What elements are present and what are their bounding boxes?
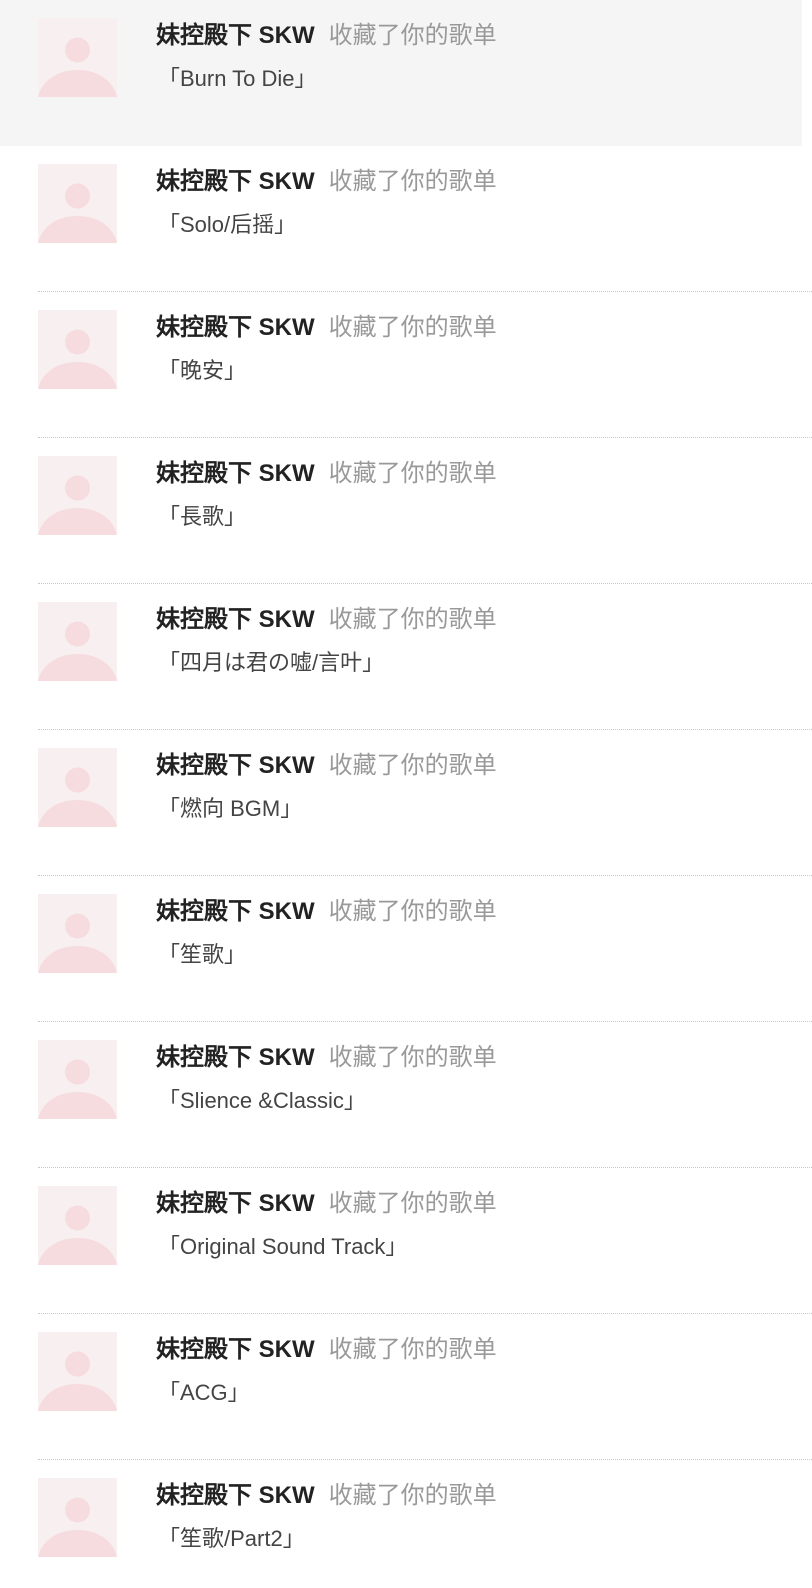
default-user-avatar-icon [38,475,117,535]
notification-row[interactable]: 妹控殿下 SKW 收藏了你的歌单 「笙歌」 [0,876,812,1022]
notification-header: 妹控殿下 SKW 收藏了你的歌单 [156,1042,497,1074]
default-user-avatar-icon [38,1059,117,1119]
default-user-avatar-icon [38,1497,117,1557]
user-avatar[interactable] [38,602,117,681]
notification-header: 妹控殿下 SKW 收藏了你的歌单 [156,750,497,782]
action-text: 收藏了你的歌单 [328,314,497,341]
username-link[interactable]: 妹控殿下 SKW [156,1482,315,1509]
action-text: 收藏了你的歌单 [328,22,497,49]
playlist-link[interactable]: 「Solo/后摇」 [158,209,296,241]
username-link[interactable]: 妹控殿下 SKW [156,168,315,195]
playlist-link[interactable]: 「長歌」 [158,501,246,533]
username-link[interactable]: 妹控殿下 SKW [156,1044,315,1071]
user-avatar[interactable] [38,894,117,973]
notification-header: 妹控殿下 SKW 收藏了你的歌单 [156,1480,497,1512]
playlist-link[interactable]: 「Original Sound Track」 [158,1231,407,1263]
default-user-avatar-icon [38,767,117,827]
notification-row[interactable]: 妹控殿下 SKW 收藏了你的歌单 「Solo/后摇」 [0,146,812,292]
playlist-link[interactable]: 「Burn To Die」 [158,63,317,95]
notification-row[interactable]: 妹控殿下 SKW 收藏了你的歌单 「長歌」 [0,438,812,584]
user-avatar[interactable] [38,1478,117,1557]
default-user-avatar-icon [38,621,117,681]
playlist-link[interactable]: 「四月は君の嘘/言叶」 [158,647,384,679]
notification-header: 妹控殿下 SKW 收藏了你的歌单 [156,1334,497,1366]
user-avatar[interactable] [38,18,117,97]
action-text: 收藏了你的歌单 [328,606,497,633]
default-user-avatar-icon [38,183,117,243]
playlist-link[interactable]: 「笙歌」 [158,939,246,971]
notification-header: 妹控殿下 SKW 收藏了你的歌单 [156,312,497,344]
playlist-link[interactable]: 「Slience &Classic」 [158,1085,366,1117]
action-text: 收藏了你的歌单 [328,460,497,487]
playlist-link[interactable]: 「ACG」 [158,1377,250,1409]
user-avatar[interactable] [38,1040,117,1119]
username-link[interactable]: 妹控殿下 SKW [156,898,315,925]
action-text: 收藏了你的歌单 [328,1336,497,1363]
username-link[interactable]: 妹控殿下 SKW [156,460,315,487]
notification-header: 妹控殿下 SKW 收藏了你的歌单 [156,896,497,928]
notification-header: 妹控殿下 SKW 收藏了你的歌单 [156,458,497,490]
default-user-avatar-icon [38,37,117,97]
username-link[interactable]: 妹控殿下 SKW [156,1190,315,1217]
notification-row[interactable]: 妹控殿下 SKW 收藏了你的歌单 「燃向 BGM」 [0,730,812,876]
playlist-link[interactable]: 「燃向 BGM」 [158,793,302,825]
notification-row[interactable]: 妹控殿下 SKW 收藏了你的歌单 「四月は君の嘘/言叶」 [0,584,812,730]
notification-row[interactable]: 妹控殿下 SKW 收藏了你的歌单 「笙歌/Part2」 [0,1460,812,1588]
username-link[interactable]: 妹控殿下 SKW [156,1336,315,1363]
user-avatar[interactable] [38,1186,117,1265]
notification-header: 妹控殿下 SKW 收藏了你的歌单 [156,20,497,52]
user-avatar[interactable] [38,748,117,827]
default-user-avatar-icon [38,913,117,973]
action-text: 收藏了你的歌单 [328,1044,497,1071]
user-avatar[interactable] [38,1332,117,1411]
notification-row[interactable]: 妹控殿下 SKW 收藏了你的歌单 「Burn To Die」 [0,0,802,146]
user-avatar[interactable] [38,456,117,535]
playlist-link[interactable]: 「晚安」 [158,355,246,387]
username-link[interactable]: 妹控殿下 SKW [156,314,315,341]
username-link[interactable]: 妹控殿下 SKW [156,22,315,49]
notification-row[interactable]: 妹控殿下 SKW 收藏了你的歌单 「晚安」 [0,292,812,438]
action-text: 收藏了你的歌单 [328,1482,497,1509]
default-user-avatar-icon [38,1205,117,1265]
action-text: 收藏了你的歌单 [328,1190,497,1217]
notification-row[interactable]: 妹控殿下 SKW 收藏了你的歌单 「ACG」 [0,1314,812,1460]
default-user-avatar-icon [38,1351,117,1411]
action-text: 收藏了你的歌单 [328,898,497,925]
action-text: 收藏了你的歌单 [328,168,497,195]
playlist-link[interactable]: 「笙歌/Part2」 [158,1523,305,1555]
notification-row[interactable]: 妹控殿下 SKW 收藏了你的歌单 「Slience &Classic」 [0,1022,812,1168]
notification-row[interactable]: 妹控殿下 SKW 收藏了你的歌单 「Original Sound Track」 [0,1168,812,1314]
notification-header: 妹控殿下 SKW 收藏了你的歌单 [156,1188,497,1220]
user-avatar[interactable] [38,310,117,389]
notification-list: 妹控殿下 SKW 收藏了你的歌单 「Burn To Die」 妹控殿下 SKW 收藏… [0,0,812,1588]
default-user-avatar-icon [38,329,117,389]
notification-header: 妹控殿下 SKW 收藏了你的歌单 [156,166,497,198]
username-link[interactable]: 妹控殿下 SKW [156,606,315,633]
action-text: 收藏了你的歌单 [328,752,497,779]
username-link[interactable]: 妹控殿下 SKW [156,752,315,779]
notification-header: 妹控殿下 SKW 收藏了你的歌单 [156,604,497,636]
user-avatar[interactable] [38,164,117,243]
